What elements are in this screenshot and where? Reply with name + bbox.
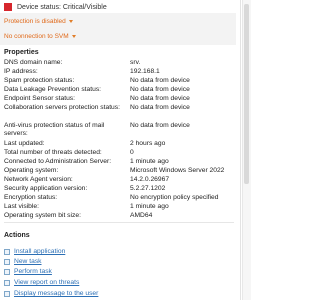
- prop-value-bitsize: AMD64: [130, 212, 153, 219]
- prop-value-os: Microsoft Windows Server 2022: [130, 167, 225, 174]
- prop-label-spam: Spam protection status:: [4, 77, 75, 84]
- critical-status-icon: [4, 3, 12, 11]
- prop-value-connected: 1 minute ago: [130, 158, 169, 165]
- prop-value-agent: 14.2.0.26967: [130, 176, 170, 183]
- prop-value-last-visible: 1 minute ago: [130, 203, 169, 210]
- prop-value-encryption: No encryption policy specified: [130, 194, 219, 201]
- connection-warning[interactable]: No connection to SVM: [4, 31, 76, 41]
- actions-divider: [4, 222, 234, 223]
- prop-label-connected: Connected to Administration Server:: [4, 158, 112, 165]
- task-icon: [4, 268, 10, 275]
- task-icon: [4, 248, 10, 255]
- prop-label-os: Operating system:: [4, 167, 59, 174]
- prop-value-collab: No data from device: [130, 104, 190, 111]
- prop-label-dlp: Data Leakage Prevention status:: [4, 86, 102, 93]
- prop-label-bitsize: Operating system bit size:: [4, 212, 81, 219]
- prop-label-sec-app: Security application version:: [4, 185, 88, 192]
- prop-value-dns: srv.: [130, 59, 141, 66]
- action-display-message[interactable]: Display message to the user: [4, 289, 98, 298]
- action-link[interactable]: New task: [14, 258, 42, 265]
- caret-down-icon[interactable]: [68, 20, 73, 23]
- properties-title: Properties: [4, 49, 39, 56]
- action-link[interactable]: View report on threats: [14, 279, 79, 286]
- actions-title: Actions: [4, 232, 30, 239]
- action-new-task[interactable]: New task: [4, 257, 42, 266]
- prop-label-collab: Collaboration servers protection status:: [4, 104, 120, 111]
- action-link[interactable]: Display message to the user: [14, 290, 98, 297]
- prop-value-mail: No data from device: [130, 122, 190, 129]
- task-icon: [4, 279, 10, 286]
- task-icon: [4, 290, 10, 297]
- prop-label-ip: IP address:: [4, 68, 38, 75]
- device-details-panel: Device status: Critical/Visible Protecti…: [0, 0, 241, 300]
- prop-value-dlp: No data from device: [130, 86, 190, 93]
- action-install-application[interactable]: Install application: [4, 247, 65, 256]
- protection-warning-label: Protection is disabled: [4, 17, 66, 25]
- prop-value-last-updated: 2 hours ago: [130, 140, 166, 147]
- connection-warning-label: No connection to SVM: [4, 32, 69, 40]
- prop-value-threats: 0: [130, 149, 134, 156]
- prop-label-last-updated: Last updated:: [4, 140, 45, 147]
- device-status-row: Device status: Critical/Visible: [4, 1, 107, 13]
- prop-value-sec-app: 5.2.27.1202: [130, 185, 166, 192]
- prop-label-endpoint: Endpoint Sensor status:: [4, 95, 76, 102]
- caret-down-icon[interactable]: [71, 35, 76, 38]
- prop-value-spam: No data from device: [130, 77, 190, 84]
- action-view-report[interactable]: View report on threats: [4, 278, 79, 287]
- prop-label-threats: Total number of threats detected:: [4, 149, 102, 156]
- scrollbar-thumb[interactable]: [244, 4, 249, 184]
- prop-label-mail: Anti-virus protection status of mail ser…: [4, 122, 105, 137]
- prop-value-ip: 192.168.1: [130, 68, 160, 75]
- prop-label-agent: Network Agent version:: [4, 176, 73, 183]
- warnings-box: Protection is disabled No connection to …: [0, 13, 236, 45]
- task-icon: [4, 258, 10, 265]
- action-link[interactable]: Perform task: [14, 268, 52, 275]
- vertical-scrollbar[interactable]: [242, 0, 251, 300]
- action-link[interactable]: Install application: [14, 248, 65, 255]
- device-status-text: Device status: Critical/Visible: [17, 3, 107, 11]
- prop-label-last-visible: Last visible:: [4, 203, 39, 210]
- prop-label-encryption: Encryption status:: [4, 194, 58, 201]
- protection-warning[interactable]: Protection is disabled: [4, 16, 73, 26]
- prop-label-dns: DNS domain name:: [4, 59, 63, 66]
- action-perform-task[interactable]: Perform task: [4, 267, 52, 276]
- prop-value-endpoint: No data from device: [130, 95, 190, 102]
